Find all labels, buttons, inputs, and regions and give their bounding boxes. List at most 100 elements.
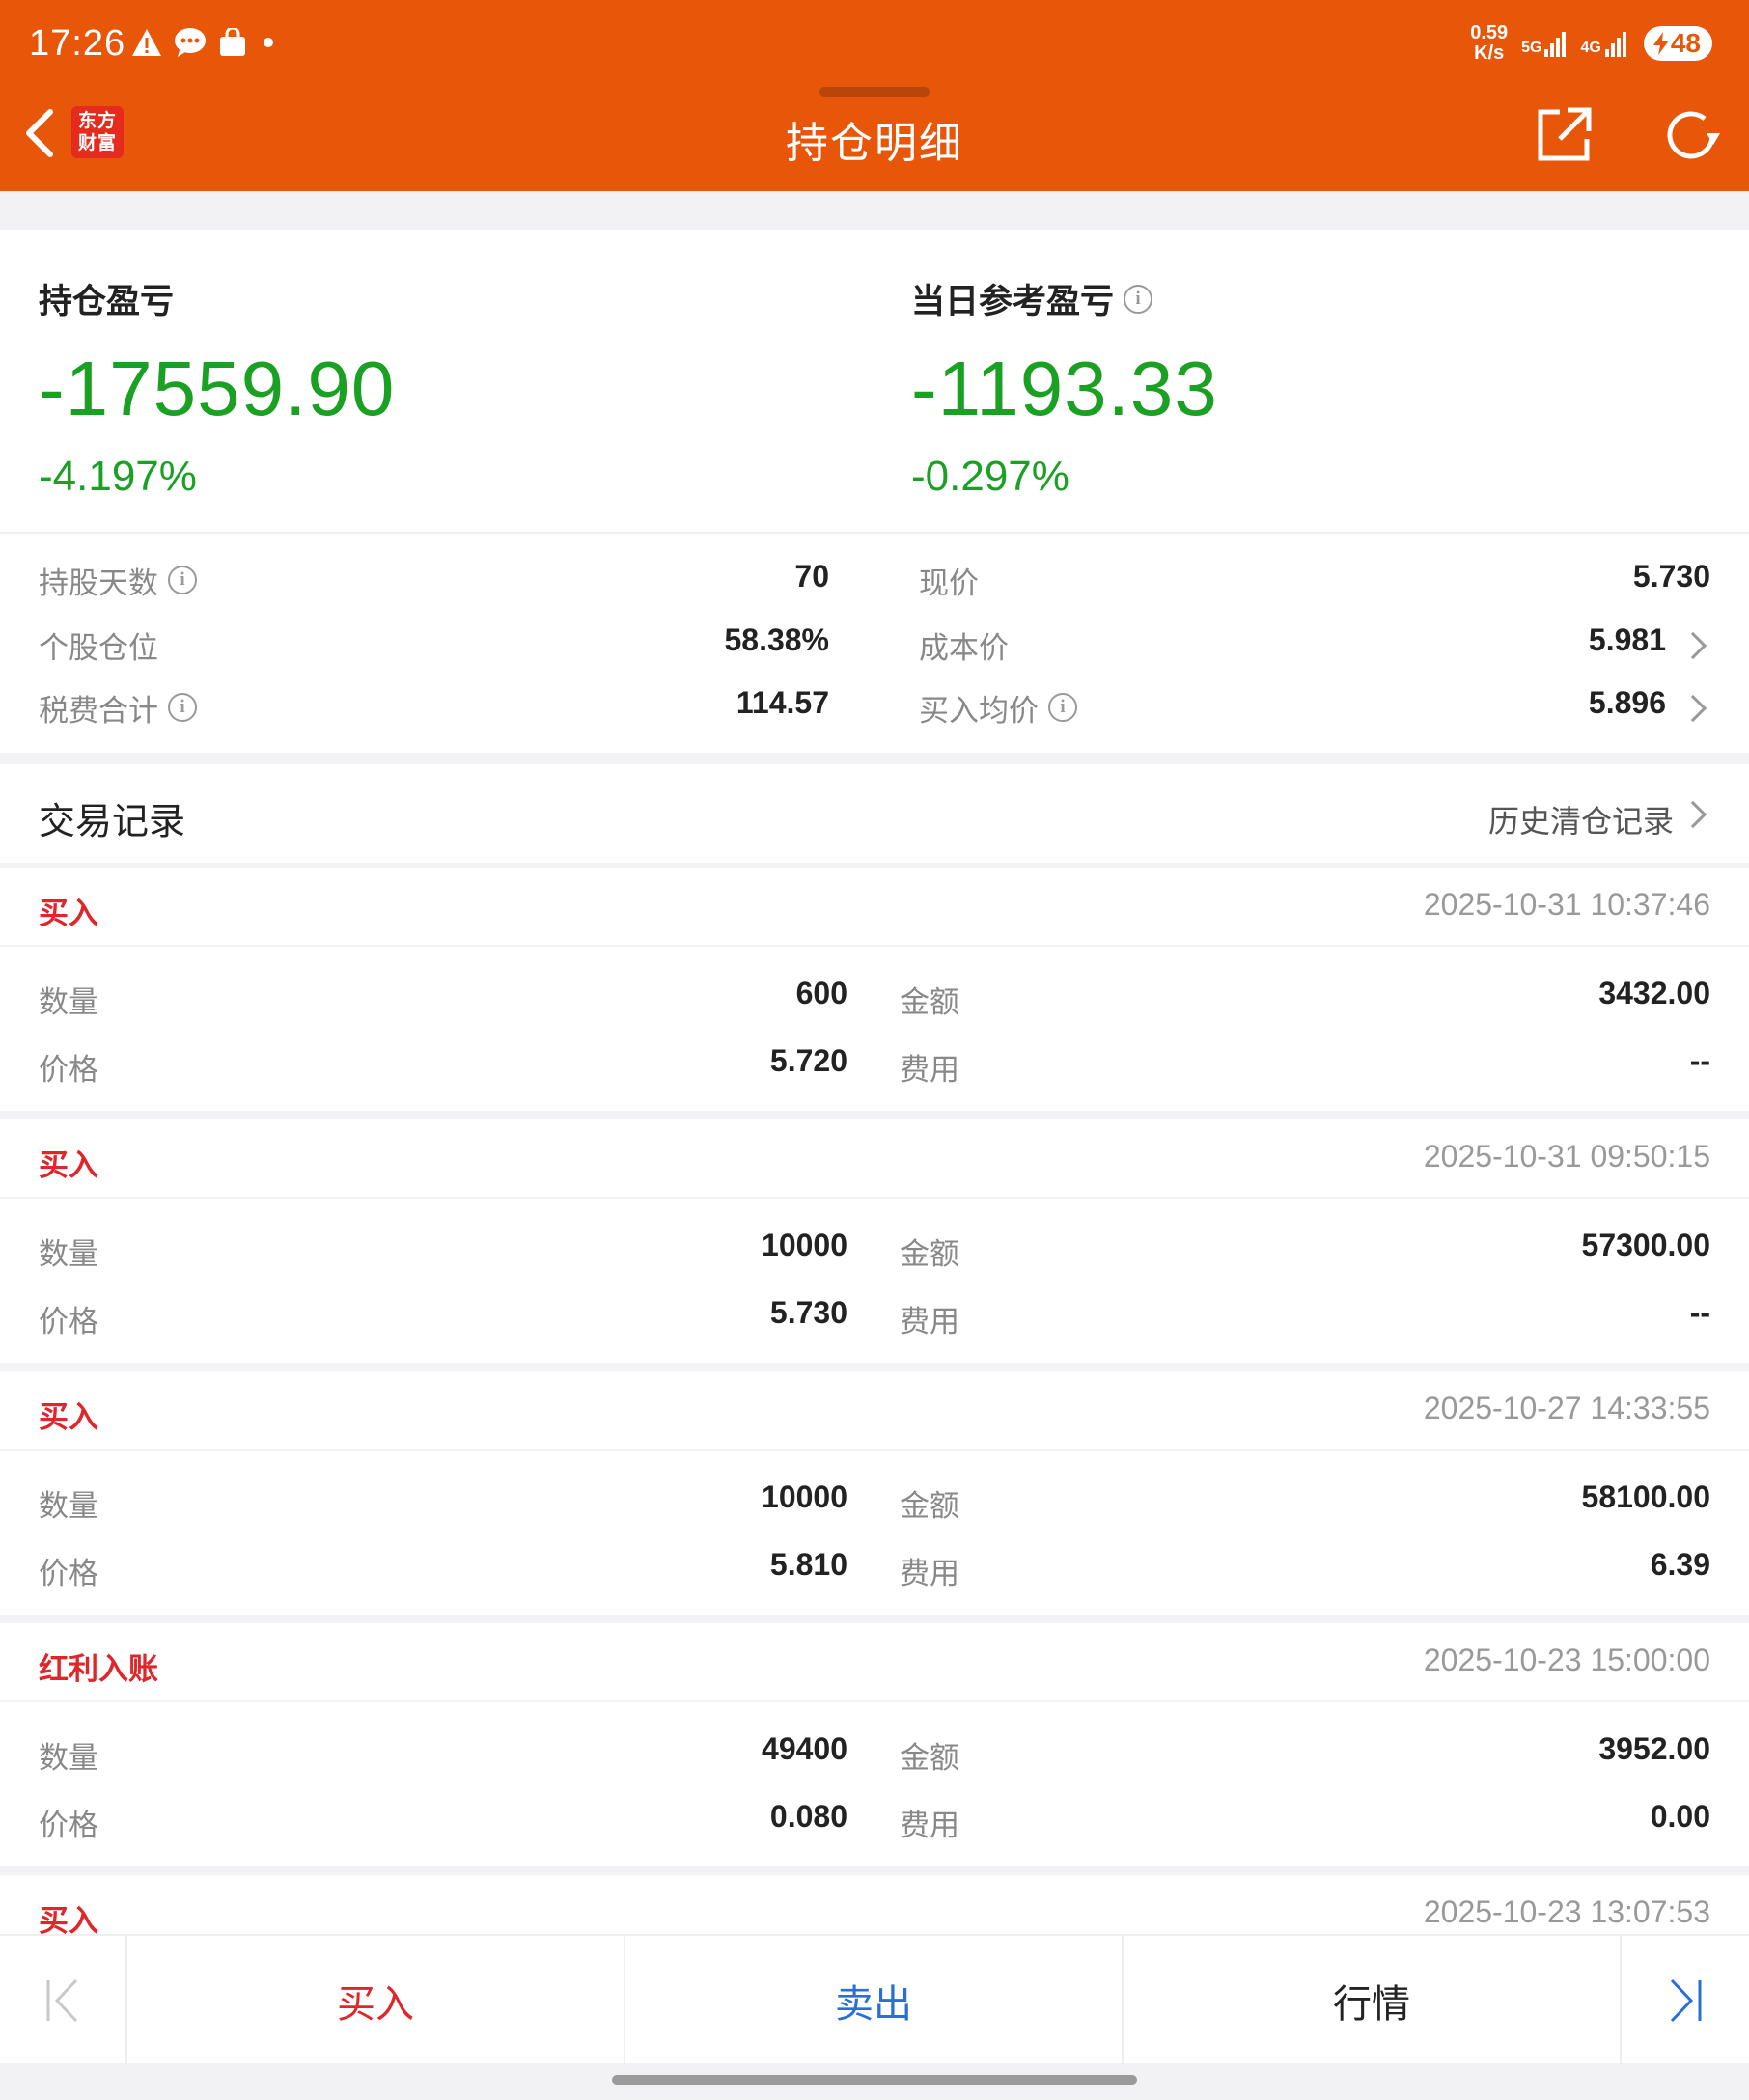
sheet-grab-handle[interactable] (819, 87, 930, 97)
stat-avg-buy-label: 买入均价 (919, 693, 1039, 729)
stat-current-price: 现价 (919, 556, 979, 604)
stat-holding-days: 持股天数 i (39, 556, 197, 604)
home-indicator[interactable] (612, 2075, 1137, 2085)
record-amount-label: 金额 (900, 985, 959, 1020)
record-qty-value: 600 (795, 976, 847, 1010)
transaction-title: 交易记录 (39, 800, 186, 843)
stat-holding-days-label-row: 持股天数 i (39, 559, 197, 602)
record-price-label: 价格 (39, 1305, 98, 1340)
info-icon[interactable]: i (168, 693, 197, 722)
refresh-icon (1667, 111, 1720, 159)
record-price-value: 5.810 (769, 1547, 847, 1582)
record-amount-value: 3432.00 (1598, 976, 1710, 1010)
status-system-icons: 0.59 K/s 5G 4G 48 (1470, 23, 1712, 64)
daily-pnl-label-row: 当日参考盈亏 i (911, 274, 1218, 323)
app-header: 17:26 0.59 K/s 5G 4G 48 东方 财富 持仓明细 (0, 0, 1749, 191)
signal-5g-icon: 5G (1521, 30, 1567, 57)
stat-tax-total-label: 税费合计 (39, 693, 158, 729)
net-speed: 0.59 K/s (1470, 23, 1508, 64)
stat-position-ratio-label: 个股仓位 (39, 630, 158, 666)
status-time: 17:26 (29, 23, 126, 64)
info-icon[interactable]: i (168, 566, 197, 594)
record-divider (0, 1197, 1749, 1199)
record-amount-value: 3952.00 (1598, 1731, 1710, 1766)
skip-first-icon (46, 1978, 78, 2023)
share-button[interactable] (1535, 104, 1595, 164)
refresh-button[interactable] (1660, 104, 1722, 166)
net-speed-value: 0.59 (1470, 22, 1509, 43)
transaction-record[interactable]: 买入 2025-10-27 14:33:55 数量 10000 价格 5.810… (0, 1371, 1749, 1615)
stat-cost-price-label: 成本价 (919, 630, 1009, 666)
record-divider (0, 1700, 1749, 1702)
record-fee-value: -- (1689, 1295, 1710, 1330)
record-amount-value: 58100.00 (1581, 1479, 1710, 1514)
share-external-icon (1538, 107, 1592, 161)
bottom-action-bar: 买入 卖出 行情 (0, 1934, 1749, 2065)
record-type: 买入 (39, 897, 98, 931)
record-qty-label: 数量 (39, 1741, 98, 1776)
stat-position-ratio: 个股仓位 (39, 621, 158, 669)
last-page-button[interactable] (1622, 1936, 1749, 2065)
record-fee-value: -- (1689, 1043, 1710, 1078)
record-time: 2025-10-23 13:07:53 (1423, 1894, 1710, 1929)
summary-divider (0, 532, 1749, 534)
record-price-label: 价格 (39, 1053, 98, 1088)
stat-holding-days-value: 70 (794, 559, 829, 594)
record-fee-label: 费用 (900, 1809, 959, 1843)
signal-4g-label: 4G (1580, 40, 1601, 56)
info-icon[interactable]: i (1048, 693, 1077, 722)
position-summary: 持仓盈亏 -17559.90 -4.197% 当日参考盈亏 i -1193.33… (0, 230, 1749, 753)
record-price-value: 5.730 (769, 1295, 847, 1330)
stat-current-price-label: 现价 (919, 566, 979, 601)
stat-avg-buy-price[interactable]: 买入均价 i (919, 683, 1077, 732)
battery-level: 48 (1670, 28, 1701, 58)
record-qty-label: 数量 (39, 1237, 98, 1272)
info-icon[interactable]: i (1124, 284, 1153, 314)
signal-5g-label: 5G (1521, 40, 1542, 56)
stat-cost-price[interactable]: 成本价 (919, 621, 1009, 669)
signal-4g-icon: 4G (1581, 30, 1630, 57)
record-type: 买入 (39, 1400, 98, 1435)
record-time: 2025-10-31 09:50:15 (1423, 1139, 1710, 1174)
sell-button[interactable]: 卖出 (625, 1936, 1124, 2065)
holding-pnl-percent: -4.197% (39, 453, 197, 500)
record-divider (0, 1449, 1749, 1451)
chevron-right-icon[interactable] (1679, 694, 1707, 723)
record-fee-label: 费用 (900, 1557, 959, 1591)
daily-pnl-label: 当日参考盈亏 (911, 283, 1115, 321)
first-page-button[interactable] (0, 1936, 127, 2065)
chevron-right-icon[interactable] (1679, 800, 1707, 829)
stat-avg-buy-label-row: 买入均价 i (919, 686, 1077, 730)
record-qty-label: 数量 (39, 1489, 98, 1524)
record-qty-value: 49400 (762, 1731, 847, 1766)
transaction-section-header: 交易记录 历史清仓记录 (0, 764, 1749, 863)
record-fee-label: 费用 (900, 1053, 959, 1088)
record-divider (0, 945, 1749, 947)
record-fee-value: 6.39 (1650, 1547, 1710, 1582)
buy-button[interactable]: 买入 (127, 1936, 625, 2065)
record-amount-value: 57300.00 (1581, 1228, 1710, 1262)
transaction-record[interactable]: 买入 2025-10-23 13:07:53 (0, 1875, 1749, 1939)
transaction-record[interactable]: 买入 2025-10-31 10:37:46 数量 600 价格 5.720 金… (0, 868, 1749, 1111)
history-clear-link[interactable]: 历史清仓记录 (1488, 797, 1674, 842)
dot-icon (264, 38, 273, 47)
record-qty-value: 10000 (762, 1228, 847, 1262)
market-button[interactable]: 行情 (1124, 1936, 1622, 2065)
stat-avg-buy-value[interactable]: 5.896 (1589, 685, 1666, 721)
chevron-right-icon[interactable] (1679, 631, 1707, 660)
holding-pnl-block: 持仓盈亏 -17559.90 -4.197% (39, 274, 395, 501)
daily-pnl-block: 当日参考盈亏 i -1193.33 -0.297% (911, 274, 1218, 501)
warning-icon (132, 29, 161, 56)
record-type: 买入 (39, 1148, 98, 1183)
transaction-record[interactable]: 买入 2025-10-31 09:50:15 数量 10000 价格 5.730… (0, 1119, 1749, 1363)
stat-tax-total-value: 114.57 (736, 685, 829, 720)
record-type: 红利入账 (39, 1652, 158, 1687)
stat-cost-price-value[interactable]: 5.981 (1589, 622, 1666, 658)
record-fee-value: 0.00 (1650, 1799, 1710, 1834)
record-price-label: 价格 (39, 1557, 98, 1591)
transaction-record[interactable]: 红利入账 2025-10-23 15:00:00 数量 49400 价格 0.0… (0, 1623, 1749, 1866)
status-notification-icons (131, 27, 278, 58)
record-amount-label: 金额 (900, 1489, 959, 1524)
stat-tax-total: 税费合计 i (39, 683, 197, 732)
holding-pnl-label: 持仓盈亏 (39, 283, 175, 321)
